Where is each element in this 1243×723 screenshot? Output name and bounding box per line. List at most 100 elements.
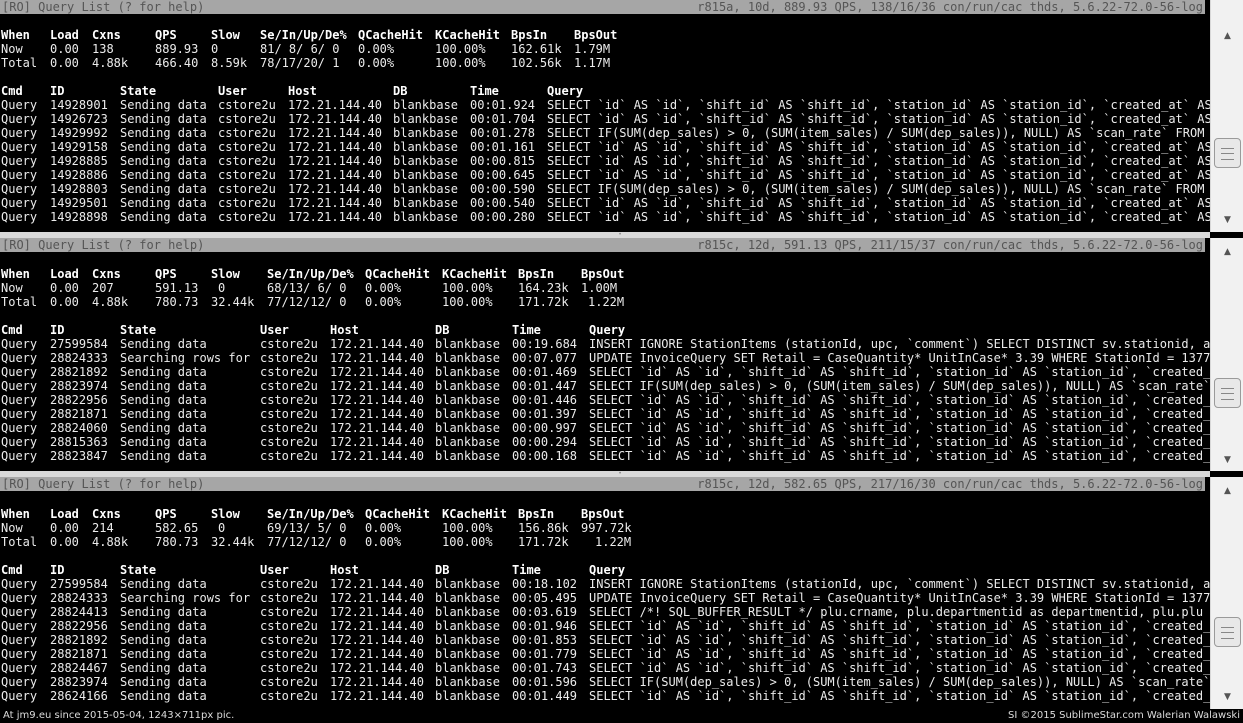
query-header-cell: Time bbox=[512, 563, 541, 577]
query-row[interactable]: Query 27599584 Sending data cstore2u 172… bbox=[0, 337, 1210, 351]
query-cell: cstore2u bbox=[260, 577, 318, 591]
stats-header-cell: Cxns bbox=[92, 507, 121, 521]
scrollbar-thumb[interactable] bbox=[1214, 138, 1241, 168]
query-row[interactable]: Query 28821892 Sending data cstore2u 172… bbox=[0, 633, 1210, 647]
query-cell: 00:05.495 bbox=[512, 591, 578, 605]
stats-header-cell: Load bbox=[50, 507, 79, 521]
query-cell: cstore2u bbox=[260, 647, 318, 661]
query-row[interactable]: Query 14928886 Sending data cstore2u 172… bbox=[0, 168, 1210, 182]
terminal-pane[interactable]: [RO] Query List (? for help) r815a, 10d,… bbox=[0, 0, 1210, 232]
stats-cell: Now bbox=[1, 281, 23, 295]
query-cell: Sending data bbox=[120, 182, 207, 196]
query-row[interactable]: Query 14929501 Sending data cstore2u 172… bbox=[0, 196, 1210, 210]
scroll-down-arrow-icon[interactable]: ▼ bbox=[1211, 452, 1243, 468]
query-cell: Query bbox=[1, 675, 38, 689]
scrollbar-thumb[interactable] bbox=[1214, 617, 1241, 647]
query-cell: 00:07.077 bbox=[512, 351, 578, 365]
query-row[interactable]: Query 28821892 Sending data cstore2u 172… bbox=[0, 365, 1210, 379]
vertical-scrollbar[interactable]: ▲ ▼ bbox=[1210, 238, 1243, 471]
query-row[interactable]: Query 28822956 Sending data cstore2u 172… bbox=[0, 619, 1210, 633]
query-cell: 27599584 bbox=[50, 577, 108, 591]
query-header-cell: Query bbox=[547, 84, 584, 98]
query-row[interactable]: Query 14928803 Sending data cstore2u 172… bbox=[0, 182, 1205, 196]
query-row[interactable]: Query 28824333 Searching rows for cstore… bbox=[0, 591, 1210, 605]
query-cell: 172.21.144.40 bbox=[330, 379, 424, 393]
query-cell: 28821871 bbox=[50, 647, 108, 661]
query-cell: SELECT `id` AS `id`, `shift_id` AS `shif… bbox=[589, 449, 1210, 463]
query-cell: 00:01.946 bbox=[512, 619, 578, 633]
query-cell: 00:01.779 bbox=[512, 647, 578, 661]
query-row[interactable]: Query 28824060 Sending data cstore2u 172… bbox=[0, 421, 1210, 435]
scroll-up-arrow-icon[interactable]: ▲ bbox=[1211, 28, 1243, 44]
query-cell: Sending data bbox=[120, 605, 207, 619]
query-row[interactable]: Query 14929158 Sending data cstore2u 172… bbox=[0, 140, 1210, 154]
scroll-down-arrow-icon[interactable]: ▼ bbox=[1211, 212, 1243, 228]
stats-row: Now 0.00 138 889.93 0 81/ 8/ 6/ 0 0.00% … bbox=[0, 42, 1205, 56]
query-cell: blankbase bbox=[393, 98, 459, 112]
query-cell: 14928886 bbox=[50, 168, 108, 182]
query-cell: 172.21.144.40 bbox=[330, 591, 424, 605]
query-cell: 00:01.924 bbox=[470, 98, 536, 112]
query-cell: 172.21.144.40 bbox=[330, 647, 424, 661]
query-cell: cstore2u bbox=[218, 98, 276, 112]
splitter-grip-icon: • bbox=[618, 470, 622, 477]
query-cell: 00:00.540 bbox=[470, 196, 536, 210]
query-cell: SELECT IF(SUM(dep_sales) > 0, (SUM(item_… bbox=[547, 182, 1210, 196]
query-cell: 172.21.144.40 bbox=[330, 435, 424, 449]
query-cell: cstore2u bbox=[260, 407, 318, 421]
query-header-cell: State bbox=[120, 323, 157, 337]
query-cell: Sending data bbox=[120, 675, 207, 689]
query-row[interactable]: Query 28823974 Sending data cstore2u 172… bbox=[0, 675, 1210, 689]
query-cell: blankbase bbox=[435, 661, 501, 675]
query-row[interactable]: Query 28823974 Sending data cstore2u 172… bbox=[0, 379, 1210, 393]
query-header-cell: Cmd bbox=[1, 323, 23, 337]
query-cell: Sending data bbox=[120, 647, 207, 661]
vertical-scrollbar[interactable]: ▲ ▼ bbox=[1210, 0, 1243, 232]
query-row[interactable]: Query 28824413 Sending data cstore2u 172… bbox=[0, 605, 1205, 619]
query-cell: UPDATE InvoiceQuery SET Retail = CaseQua… bbox=[589, 351, 1210, 365]
query-cell: blankbase bbox=[393, 196, 459, 210]
query-cell: 172.21.144.40 bbox=[288, 196, 382, 210]
terminal-pane[interactable]: [RO] Query List (? for help) r815c, 12d,… bbox=[0, 477, 1210, 709]
query-row[interactable]: Query 14928898 Sending data cstore2u 172… bbox=[0, 210, 1210, 224]
query-row[interactable]: Query 28824333 Searching rows for cstore… bbox=[0, 351, 1210, 365]
terminal-pane[interactable]: [RO] Query List (? for help) r815c, 12d,… bbox=[0, 238, 1210, 471]
query-cell: Sending data bbox=[120, 435, 207, 449]
server-summary: r815a, 10d, 889.93 QPS, 138/16/36 con/ru… bbox=[697, 0, 1203, 14]
image-footer: At jm9.eu since 2015-05-04, 1243×711px p… bbox=[0, 709, 1243, 723]
query-row[interactable]: Query 28624166 Sending data cstore2u 172… bbox=[0, 689, 1210, 703]
query-row[interactable]: Query 14926723 Sending data cstore2u 172… bbox=[0, 112, 1210, 126]
vertical-scrollbar[interactable]: ▲ ▼ bbox=[1210, 477, 1243, 709]
query-cell: 172.21.144.40 bbox=[330, 449, 424, 463]
query-cell: blankbase bbox=[393, 112, 459, 126]
query-cell: blankbase bbox=[435, 577, 501, 591]
query-cell: cstore2u bbox=[260, 379, 318, 393]
scroll-up-arrow-icon[interactable]: ▲ bbox=[1211, 483, 1243, 499]
query-cell: 172.21.144.40 bbox=[330, 619, 424, 633]
query-cell: SELECT `id` AS `id`, `shift_id` AS `shif… bbox=[547, 210, 1210, 224]
query-row[interactable]: Query 28823847 Sending data cstore2u 172… bbox=[0, 449, 1210, 463]
query-header-cell: Host bbox=[330, 563, 359, 577]
query-row[interactable]: Query 14928901 Sending data cstore2u 172… bbox=[0, 98, 1210, 112]
scrollbar-thumb[interactable] bbox=[1214, 378, 1241, 408]
query-row[interactable]: Query 28824467 Sending data cstore2u 172… bbox=[0, 661, 1210, 675]
query-cell: blankbase bbox=[393, 140, 459, 154]
query-cell: blankbase bbox=[435, 591, 501, 605]
query-row[interactable]: Query 28815363 Sending data cstore2u 172… bbox=[0, 435, 1210, 449]
stats-header-cell: KCacheHit bbox=[442, 507, 508, 521]
query-cell: cstore2u bbox=[260, 675, 318, 689]
query-row[interactable]: Query 28821871 Sending data cstore2u 172… bbox=[0, 647, 1210, 661]
query-cell: Query bbox=[1, 98, 38, 112]
query-cell: Query bbox=[1, 689, 38, 703]
query-row[interactable]: Query 14928885 Sending data cstore2u 172… bbox=[0, 154, 1210, 168]
query-row[interactable]: Query 27599584 Sending data cstore2u 172… bbox=[0, 577, 1210, 591]
query-row[interactable]: Query 14929992 Sending data cstore2u 172… bbox=[0, 126, 1205, 140]
scroll-up-arrow-icon[interactable]: ▲ bbox=[1211, 244, 1243, 260]
query-cell: 28821871 bbox=[50, 407, 108, 421]
query-row[interactable]: Query 28822956 Sending data cstore2u 172… bbox=[0, 393, 1210, 407]
query-header-cell: DB bbox=[435, 563, 450, 577]
stats-header-cell: When bbox=[1, 507, 30, 521]
scroll-down-arrow-icon[interactable]: ▼ bbox=[1211, 689, 1243, 705]
query-cell: cstore2u bbox=[218, 168, 276, 182]
query-row[interactable]: Query 28821871 Sending data cstore2u 172… bbox=[0, 407, 1210, 421]
